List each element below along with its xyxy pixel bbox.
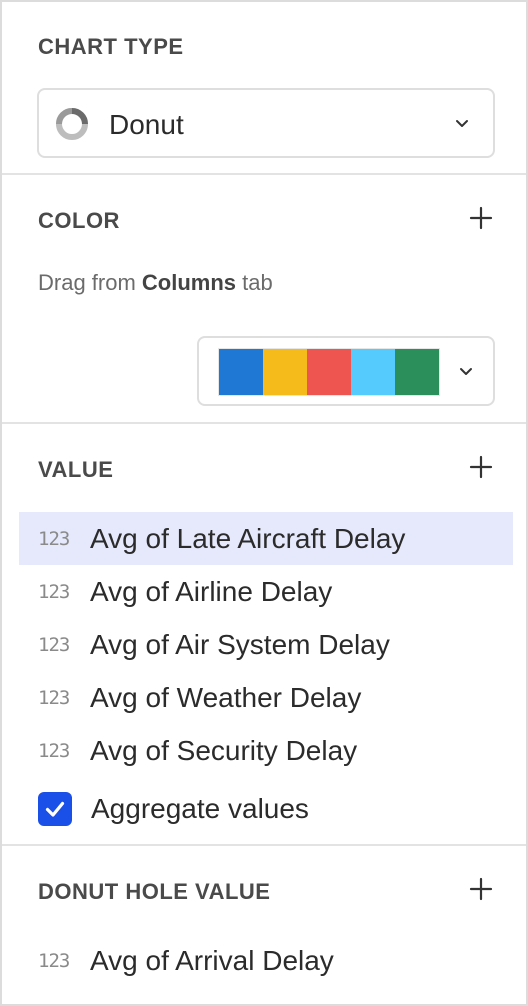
number-type-icon: 123 — [38, 686, 70, 709]
plus-icon — [469, 206, 493, 230]
value-item-label: Avg of Weather Delay — [90, 681, 362, 713]
chevron-down-icon — [460, 368, 472, 375]
donut-hole-title: DONUT HOLE VALUE — [38, 879, 271, 904]
value-item-late-aircraft-delay[interactable]: 123 Avg of Late Aircraft Delay — [19, 512, 513, 565]
value-item-label: Avg of Security Delay — [90, 734, 358, 766]
donut-chart-icon — [56, 108, 88, 140]
aggregate-values-label: Aggregate values — [91, 793, 309, 824]
value-item-air-system-delay[interactable]: 123 Avg of Air System Delay — [19, 618, 513, 671]
add-color-button[interactable] — [466, 203, 496, 233]
hint-suffix: tab — [236, 270, 273, 295]
hint-prefix: Drag from — [38, 270, 142, 295]
value-section: VALUE 123 Avg of Late Aircraft Delay 123… — [2, 424, 526, 846]
chevron-down-icon — [456, 120, 468, 127]
number-type-icon: 123 — [38, 739, 70, 762]
value-list: 123 Avg of Late Aircraft Delay 123 Avg o… — [19, 512, 513, 777]
donut-hole-item-arrival-delay[interactable]: 123 Avg of Arrival Delay — [19, 934, 513, 987]
number-type-icon: 123 — [38, 949, 70, 972]
number-type-icon: 123 — [38, 580, 70, 603]
number-type-icon: 123 — [38, 527, 70, 550]
value-item-label: Avg of Air System Delay — [90, 628, 390, 660]
color-swatch — [395, 349, 439, 395]
hint-columns-link: Columns — [141, 270, 237, 295]
chart-type-section: CHART TYPE Donut — [2, 2, 526, 175]
color-palette-dropdown[interactable] — [197, 336, 495, 406]
add-value-button[interactable] — [466, 452, 496, 482]
color-swatch — [307, 349, 351, 395]
chart-type-dropdown[interactable]: Donut — [37, 88, 495, 158]
chart-type-value: Donut — [109, 109, 184, 140]
color-swatch — [263, 349, 307, 395]
donut-hole-section: DONUT HOLE VALUE 123 Avg of Arrival Dela… — [2, 846, 526, 1004]
color-section: COLOR Drag from Columns tab — [2, 175, 526, 424]
chart-type-title: CHART TYPE — [38, 34, 184, 59]
value-item-airline-delay[interactable]: 123 Avg of Airline Delay — [19, 565, 513, 618]
aggregate-values-option[interactable]: Aggregate values — [38, 789, 478, 829]
number-type-icon: 123 — [38, 633, 70, 656]
color-drag-hint: Drag from Columns tab — [38, 270, 273, 296]
color-swatch — [219, 349, 263, 395]
plus-icon — [469, 455, 493, 479]
chart-config-panel: CHART TYPE Donut COLOR Drag from Columns… — [0, 0, 528, 1006]
value-item-label: Avg of Late Aircraft Delay — [90, 522, 406, 554]
add-donut-hole-value-button[interactable] — [466, 874, 496, 904]
checkmark-icon — [45, 801, 65, 817]
color-palette-swatches — [218, 348, 440, 396]
color-swatch — [351, 349, 395, 395]
plus-icon — [469, 877, 493, 901]
aggregate-values-checkbox[interactable] — [38, 792, 72, 826]
value-item-label: Avg of Airline Delay — [90, 575, 333, 607]
color-title: COLOR — [38, 208, 120, 233]
value-title: VALUE — [38, 457, 114, 482]
donut-hole-item-label: Avg of Arrival Delay — [90, 944, 334, 976]
value-item-weather-delay[interactable]: 123 Avg of Weather Delay — [19, 671, 513, 724]
value-item-security-delay[interactable]: 123 Avg of Security Delay — [19, 724, 513, 777]
